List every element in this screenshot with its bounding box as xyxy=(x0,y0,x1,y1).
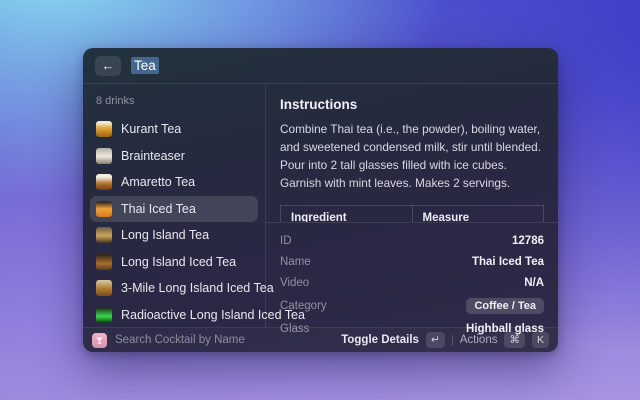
column-header-ingredient: Ingredient xyxy=(281,205,413,222)
list-item-brainteaser[interactable]: Brainteaser xyxy=(90,143,258,169)
category-badge: Coffee / Tea xyxy=(466,298,544,314)
drink-thumbnail xyxy=(96,121,112,137)
list-item-amaretto-tea[interactable]: Amaretto Tea xyxy=(90,169,258,195)
drink-name: 3-Mile Long Island Iced Tea xyxy=(121,281,274,295)
return-key-icon: ↵ xyxy=(426,332,445,349)
metadata-panel: ID 12786 Name Thai Iced Tea Video N/A Ca… xyxy=(266,222,558,339)
list-item-thai-iced-tea[interactable]: Thai Iced Tea xyxy=(90,196,258,222)
search-input[interactable]: Tea xyxy=(131,57,159,74)
list-item-3-mile-long-island-iced-tea[interactable]: 3-Mile Long Island Iced Tea xyxy=(90,275,258,301)
toggle-details-button[interactable]: Toggle Details xyxy=(341,334,419,346)
metadata-row-name: Name Thai Iced Tea xyxy=(280,251,544,272)
drink-thumbnail xyxy=(96,227,112,243)
back-arrow-icon: ← xyxy=(102,58,115,73)
actions-menu-button[interactable]: Actions xyxy=(460,334,498,346)
list-item-radioactive-long-island-iced-tea[interactable]: Radioactive Long Island Iced Tea xyxy=(90,302,258,328)
drinks-list: 8 drinks Kurant Tea Brainteaser Amaretto… xyxy=(83,84,265,327)
command-key-icon: ⌘ xyxy=(504,332,525,349)
ingredients-table: Ingredient Measure Tea 1/4 cup Thai xyxy=(280,205,544,222)
metadata-label: Video xyxy=(280,277,309,289)
metadata-label: ID xyxy=(280,235,292,247)
footer-divider xyxy=(452,335,453,346)
instructions-heading: Instructions xyxy=(280,97,544,112)
list-item-long-island-tea[interactable]: Long Island Tea xyxy=(90,222,258,248)
metadata-row-id: ID 12786 xyxy=(280,230,544,251)
search-bar: ← Tea xyxy=(83,48,558,84)
footer-actions: Toggle Details ↵ Actions ⌘ K xyxy=(341,332,549,349)
column-header-measure: Measure xyxy=(412,205,544,222)
drink-thumbnail xyxy=(96,280,112,296)
drink-name: Long Island Tea xyxy=(121,228,209,242)
main-split: 8 drinks Kurant Tea Brainteaser Amaretto… xyxy=(83,84,558,327)
list-section-label: 8 drinks xyxy=(96,95,252,107)
back-button[interactable]: ← xyxy=(95,56,121,76)
k-key-icon: K xyxy=(532,332,549,349)
detail-scroll-area[interactable]: Instructions Combine Thai tea (i.e., the… xyxy=(266,84,558,222)
metadata-value: Thai Iced Tea xyxy=(472,256,544,268)
metadata-label: Name xyxy=(280,256,311,268)
instructions-text: Combine Thai tea (i.e., the powder), boi… xyxy=(280,121,544,193)
detail-pane: Instructions Combine Thai tea (i.e., the… xyxy=(265,84,558,327)
list-item-long-island-iced-tea[interactable]: Long Island Iced Tea xyxy=(90,249,258,275)
drink-thumbnail xyxy=(96,254,112,270)
drink-thumbnail xyxy=(96,307,112,323)
desktop: { "window": { "search": { "back_label": … xyxy=(0,0,640,400)
command-title: Search Cocktail by Name xyxy=(115,334,245,346)
metadata-row-category: Category Coffee / Tea xyxy=(280,293,544,318)
drink-name: Thai Iced Tea xyxy=(121,202,196,216)
metadata-row-video: Video N/A xyxy=(280,272,544,293)
metadata-label: Category xyxy=(280,300,327,312)
drink-thumbnail xyxy=(96,148,112,164)
drink-name: Kurant Tea xyxy=(121,122,181,136)
cocktail-glass-icon xyxy=(92,333,107,348)
drink-name: Amaretto Tea xyxy=(121,175,195,189)
drink-thumbnail xyxy=(96,201,112,217)
metadata-value: N/A xyxy=(524,277,544,289)
footer-bar: Search Cocktail by Name Toggle Details ↵… xyxy=(83,327,558,352)
list-item-kurant-tea[interactable]: Kurant Tea xyxy=(90,116,258,142)
launcher-window: ← Tea 8 drinks Kurant Tea Brainteaser Am… xyxy=(83,48,558,352)
drink-name: Brainteaser xyxy=(121,149,185,163)
metadata-value: 12786 xyxy=(512,235,544,247)
table-header-row: Ingredient Measure xyxy=(281,205,544,222)
drink-thumbnail xyxy=(96,174,112,190)
drink-name: Long Island Iced Tea xyxy=(121,255,236,269)
